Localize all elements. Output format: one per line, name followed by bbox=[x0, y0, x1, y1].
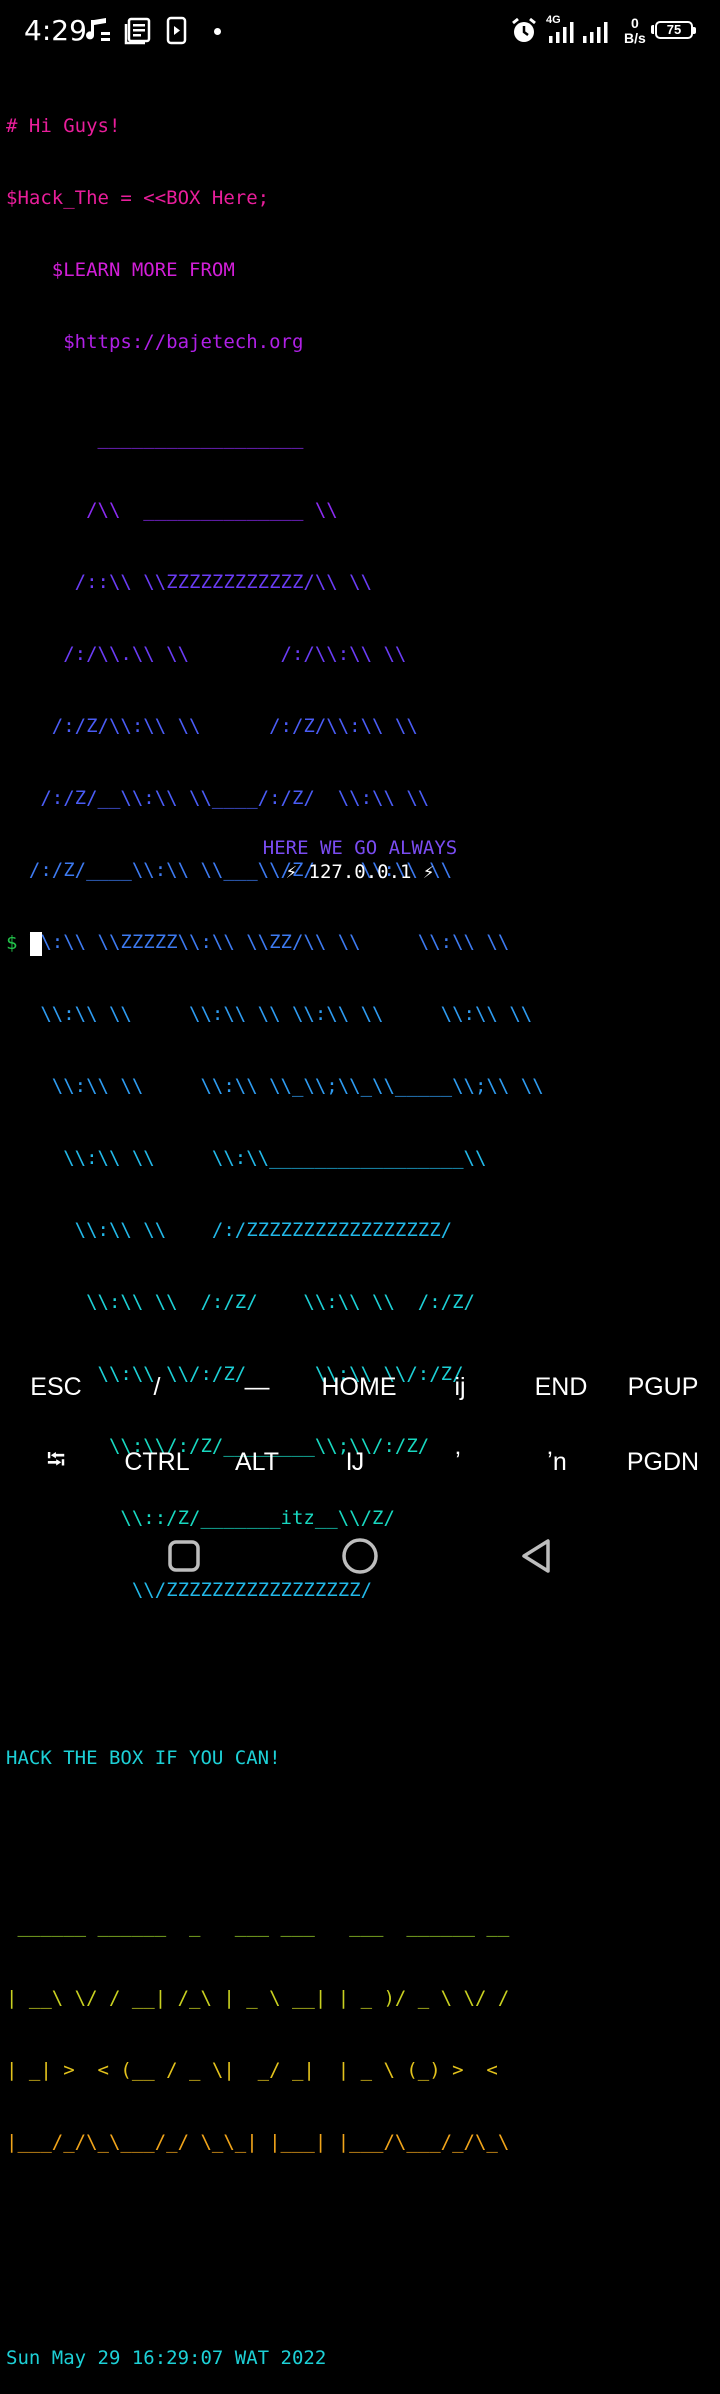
battery-cap-icon bbox=[651, 25, 654, 34]
motto-line: HERE WE GO ALWAYS bbox=[262, 837, 458, 859]
terminal-output[interactable]: # Hi Guys! $Hack_The = <<BOX Here; $LEAR… bbox=[6, 66, 718, 2394]
cube-art-line: \\:\\ \\ZZZZZ\\:\\ \\ZZ/\\ \\ \\:\\ \\ bbox=[6, 931, 510, 953]
data-rate: 0 B/s bbox=[624, 16, 646, 46]
dash-key[interactable]: — bbox=[207, 1352, 307, 1422]
ij-ligature-key[interactable]: Ĳ bbox=[305, 1427, 405, 1497]
cube-art-line: /::\\ \\ZZZZZZZZZZZZ/\\ \\ bbox=[6, 571, 373, 593]
battery-level: 75 bbox=[666, 22, 682, 37]
signal-icon bbox=[583, 22, 608, 43]
cube-art-line: /:/\\.\\ \\ /:/\\:\\ \\ bbox=[6, 643, 407, 665]
back-button[interactable] bbox=[510, 1530, 562, 1582]
status-bar: 4:29 4G 0 B/s 75 bbox=[0, 0, 720, 64]
n-apostrophe-key[interactable]: ʼn bbox=[507, 1427, 607, 1497]
banner-art-line: ______ ______ _ ___ ___ ___ ______ __ bbox=[6, 1915, 510, 1937]
home-button[interactable] bbox=[334, 1530, 386, 1582]
cube-art-line: /:/Z/__\\:\\ \\____/:/Z/ \\:\\ \\ bbox=[6, 787, 430, 809]
alt-key[interactable]: ALT bbox=[207, 1427, 307, 1497]
ctrl-key[interactable]: CTRL bbox=[107, 1427, 207, 1497]
shell-prompt: $ bbox=[6, 932, 18, 954]
status-time: 4:29 bbox=[24, 14, 87, 47]
cube-art-line: __________________ bbox=[6, 427, 304, 449]
banner-art-line: | _| > < (__ / _ \| _/ _| | _ \ (_) > < bbox=[6, 2059, 498, 2081]
back-triangle-icon bbox=[522, 1539, 550, 1573]
cube-art-line: \\:\\ \\ /:/ZZZZZZZZZZZZZZZZZ/ bbox=[6, 1219, 453, 1241]
banner-art-line: | __\ \/ / __| /_\ | _ \ __| | _ )/ _ \ … bbox=[6, 1987, 510, 2009]
dot-icon bbox=[214, 28, 221, 35]
data-rate-value: 0 bbox=[631, 15, 639, 31]
extra-keys-row-1: ESC / — HOME ij END PGUP bbox=[0, 1352, 720, 1422]
cube-art-line: \\:\\ \\ \\:\\_________________\\ bbox=[6, 1147, 487, 1169]
alarm-icon bbox=[512, 17, 536, 42]
motd-line: $Hack_The = <<BOX Here; bbox=[6, 187, 270, 209]
motd-line: $https://bajetech.org bbox=[6, 331, 304, 353]
tagline: HACK THE BOX IF YOU CAN! bbox=[6, 1747, 281, 1769]
home-key[interactable]: HOME bbox=[309, 1352, 409, 1422]
ij-key[interactable]: ij bbox=[410, 1352, 510, 1422]
cube-art-line: /\\ ______________ \\ bbox=[6, 499, 338, 521]
motd-line: # Hi Guys! bbox=[6, 115, 121, 137]
banner-art-line: |___/_/\_\___/_/ \_\_| |___| |___/\___/_… bbox=[6, 2131, 510, 2153]
slash-key[interactable]: / bbox=[107, 1352, 207, 1422]
apostrophe-key[interactable]: ʼ bbox=[408, 1427, 508, 1497]
recents-button[interactable] bbox=[158, 1530, 210, 1582]
signal-4g-icon bbox=[549, 22, 574, 43]
data-rate-unit: B/s bbox=[624, 30, 646, 46]
extra-keys-row-2: ⭾ CTRL ALT Ĳ ʼ ʼn PGDN bbox=[0, 1427, 720, 1497]
pgdn-key[interactable]: PGDN bbox=[613, 1427, 713, 1497]
media-notification-icon bbox=[166, 16, 187, 45]
cube-art-line: /:/Z/\\:\\ \\ /:/Z/\\:\\ \\ bbox=[6, 715, 418, 737]
cube-art-line: \\:\\ \\ /:/Z/ \\:\\ \\ /:/Z/ bbox=[6, 1291, 475, 1313]
square-icon bbox=[168, 1540, 200, 1572]
terminal-cursor[interactable] bbox=[30, 932, 42, 956]
tab-key[interactable]: ⭾ bbox=[6, 1427, 106, 1497]
motd-line: $LEARN MORE FROM bbox=[6, 259, 235, 281]
music-notification-icon bbox=[86, 18, 110, 41]
pgup-key[interactable]: PGUP bbox=[613, 1352, 713, 1422]
date-line: Sun May 29 16:29:07 WAT 2022 bbox=[6, 2347, 327, 2369]
cube-art-line: \\:\\ \\ \\:\\ \\_\\;\\_\\_____\\;\\ \\ bbox=[6, 1075, 544, 1097]
esc-key[interactable]: ESC bbox=[6, 1352, 106, 1422]
ip-line: ⚡ 127.0.0.1 ⚡ bbox=[285, 861, 435, 883]
news-notification-icon bbox=[124, 17, 151, 45]
battery-icon: 75 bbox=[655, 21, 696, 39]
circle-icon bbox=[342, 1538, 378, 1574]
end-key[interactable]: END bbox=[511, 1352, 611, 1422]
navigation-bar bbox=[0, 1512, 720, 1600]
cube-art-line: \\:\\ \\ \\:\\ \\ \\:\\ \\ \\:\\ \\ bbox=[6, 1003, 533, 1025]
